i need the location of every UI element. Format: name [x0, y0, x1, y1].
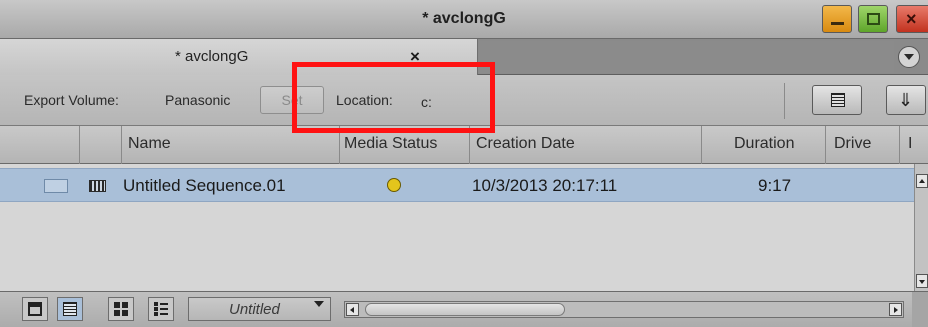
arrow-left-icon [350, 307, 354, 313]
arrow-up-icon [919, 179, 925, 183]
bin-view-value: Untitled [229, 301, 280, 318]
row-name: Untitled Sequence.01 [123, 176, 286, 195]
column-header-drive[interactable]: Drive [826, 126, 900, 164]
list-view-icon [831, 93, 845, 107]
horizontal-scroll-thumb[interactable] [365, 303, 565, 316]
scroll-right-button[interactable] [889, 303, 902, 316]
arrow-down-icon [919, 280, 925, 284]
vertical-scrollbar[interactable] [914, 164, 928, 291]
column-header-duration[interactable]: Duration [702, 126, 826, 164]
media-status-dot [387, 178, 401, 192]
scroll-down-button[interactable] [916, 274, 928, 288]
toolbar-divider [784, 83, 785, 119]
table-row[interactable]: Untitled Sequence.01 10/3/2013 20:17:11 … [0, 168, 914, 202]
frame-view-button[interactable] [22, 297, 48, 321]
column-header-extra[interactable]: I [900, 126, 928, 164]
row-select-box[interactable] [44, 179, 68, 193]
minimize-icon [831, 22, 844, 25]
script-view-icon [154, 302, 168, 316]
bin-view-select[interactable]: Untitled [188, 297, 331, 321]
arrow-right-icon [894, 307, 898, 313]
row-creation-date: 10/3/2013 20:17:11 [472, 176, 618, 195]
frames-grid-icon [114, 302, 128, 316]
tab-row-empty [479, 41, 894, 73]
highlight-box [292, 62, 495, 133]
tab-title: * avclongG [175, 48, 249, 65]
close-button[interactable]: × [896, 5, 928, 33]
tab-menu-button[interactable] [898, 46, 920, 68]
scroll-left-button[interactable] [346, 303, 359, 316]
row-duration: 9:17 [758, 176, 792, 195]
column-header-select[interactable] [0, 126, 80, 164]
frame-view-icon [28, 302, 42, 316]
frames-grid-button[interactable] [108, 297, 134, 321]
export-volume-value: Panasonic [165, 92, 231, 108]
chevron-down-icon [314, 301, 324, 307]
export-down-icon: ⇓ [898, 90, 914, 110]
horizontal-scrollbar[interactable] [344, 301, 904, 318]
text-view-button[interactable] [57, 297, 83, 321]
minimize-button[interactable] [822, 5, 852, 33]
window-title: * avclongG [422, 10, 506, 27]
scroll-up-button[interactable] [916, 174, 928, 188]
close-icon: × [906, 9, 917, 29]
export-volume-label: Export Volume: [24, 92, 119, 108]
script-view-button[interactable] [148, 297, 174, 321]
maximize-button[interactable] [858, 5, 888, 33]
chevron-down-icon [904, 54, 914, 60]
column-header-icon[interactable] [80, 126, 122, 164]
export-down-button[interactable]: ⇓ [886, 85, 926, 115]
list-view-button[interactable] [812, 85, 862, 115]
bottom-bar: Untitled [0, 291, 928, 327]
column-header-creation-date[interactable]: Creation Date [470, 126, 702, 164]
maximize-icon [867, 13, 880, 25]
resize-corner[interactable] [912, 292, 928, 327]
title-bar: * avclongG × [0, 0, 928, 39]
text-view-icon [63, 302, 77, 316]
bin-list: Untitled Sequence.01 10/3/2013 20:17:11 … [0, 164, 914, 291]
sequence-icon [89, 180, 106, 192]
